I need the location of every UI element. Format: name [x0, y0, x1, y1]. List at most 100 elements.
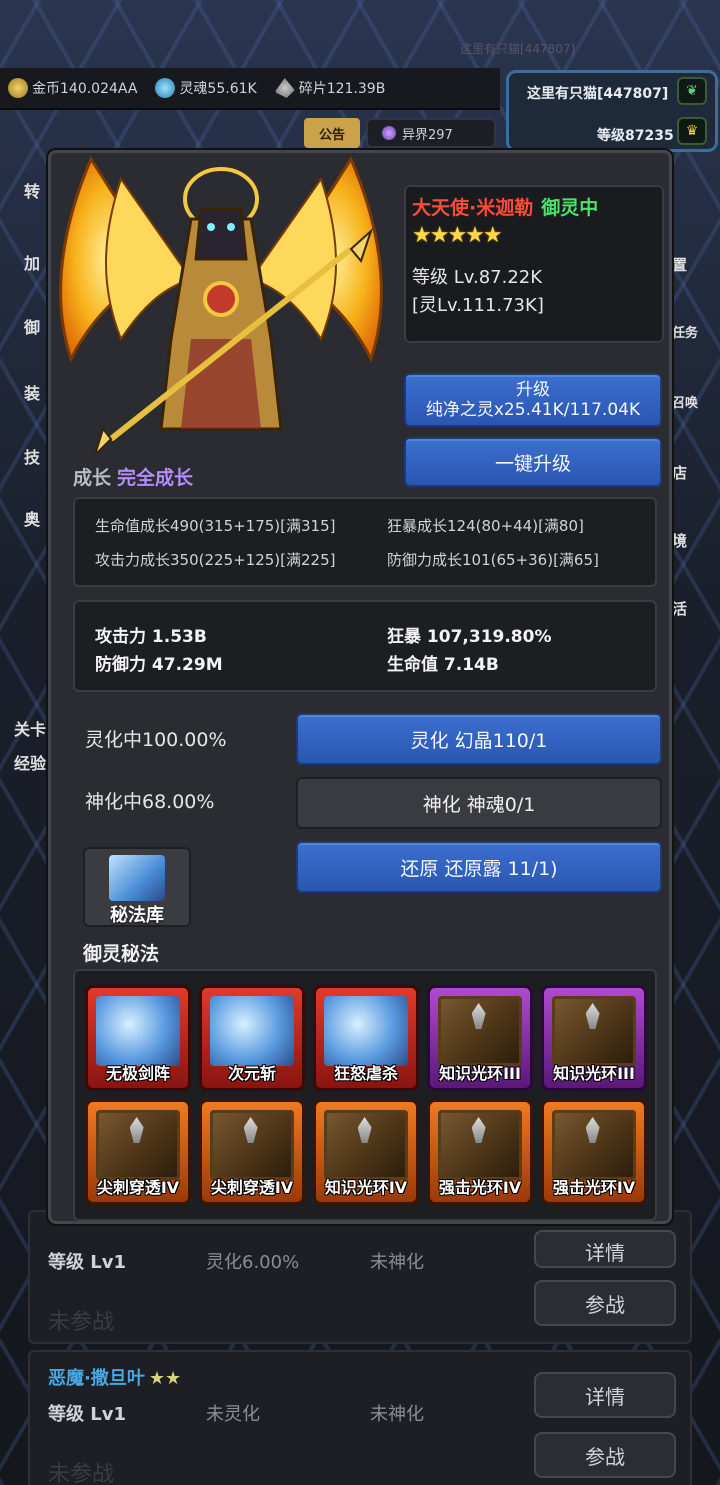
- skill-slot[interactable]: 知识光环IV: [313, 1099, 419, 1205]
- hero-list-card: 等级 Lv1 灵化6.00% 未神化 未参战 详情 参战: [28, 1210, 692, 1344]
- list-battle-state: 未参战: [48, 1310, 115, 1335]
- detail-button[interactable]: 详情: [534, 1230, 676, 1268]
- spike-book-icon: [438, 1110, 522, 1180]
- skill-slot[interactable]: 无极剑阵: [85, 985, 191, 1091]
- side-menu-item[interactable]: 境: [672, 530, 687, 551]
- upgrade-title: 升级: [516, 380, 550, 400]
- join-battle-button[interactable]: 参战: [534, 1432, 676, 1478]
- list-hero-name: 恶魔·撒旦叶 ★★: [48, 1364, 181, 1390]
- crown-icon[interactable]: ♛: [677, 117, 707, 145]
- side-menu-item[interactable]: 转: [24, 178, 40, 202]
- spike-book-icon: [438, 996, 522, 1066]
- upgrade-button[interactable]: 升级 纯净之灵x25.41K/117.04K: [404, 373, 662, 427]
- skill-slot[interactable]: 尖刺穿透IV: [85, 1099, 191, 1205]
- list-level: 等级 Lv1: [48, 1252, 126, 1273]
- deify-button[interactable]: 神化 神魂0/1: [296, 777, 662, 829]
- deify-status: 神化中68.00%: [85, 791, 215, 813]
- skill-slot[interactable]: 强击光环IV: [541, 1099, 647, 1205]
- list-deify: 未神化: [370, 1404, 424, 1425]
- growth-label-text: 成长: [73, 467, 112, 489]
- list-battle-state: 未参战: [48, 1462, 115, 1485]
- one-click-upgrade-button[interactable]: 一键升级: [404, 437, 662, 487]
- skill-label: 狂怒虐杀: [333, 1064, 398, 1083]
- fragment-amount: 碎片121.39B: [298, 81, 386, 97]
- attack-stat: 攻击力 1.53B: [95, 627, 207, 647]
- side-menu-item[interactable]: 置: [672, 254, 687, 275]
- side-menu-item[interactable]: 召唤: [672, 392, 698, 411]
- list-level: 等级 Lv1: [48, 1404, 126, 1425]
- secret-library-button[interactable]: 秘法库: [83, 847, 191, 927]
- combat-stats-box: 攻击力 1.53B 防御力 47.29M 狂暴 107,319.80% 生命值 …: [73, 600, 657, 692]
- hero-name: 大天使·米迦勒 御灵中: [412, 193, 598, 220]
- spike-book-icon: [552, 996, 636, 1066]
- list-spiritualize: 灵化6.00%: [206, 1252, 300, 1273]
- side-menu-item[interactable]: 技: [24, 444, 40, 468]
- library-label: 秘法库: [110, 905, 164, 926]
- skill-slot[interactable]: 次元斩: [199, 985, 305, 1091]
- resource-fragment: 碎片121.39B: [274, 78, 386, 98]
- player-name: 这里有只猫[447807]: [527, 86, 669, 102]
- growth-stats-box: 生命值成长490(315+175)[满315] 狂暴成长124(80+44)[满…: [73, 497, 657, 587]
- hero-name-text: 大天使·米迦勒: [412, 197, 534, 219]
- archangel-portrait: [59, 155, 383, 456]
- skill-slot[interactable]: 狂怒虐杀: [313, 985, 419, 1091]
- fragment-icon: [274, 78, 295, 98]
- skill-label: 尖刺穿透IV: [210, 1178, 294, 1197]
- realm-label: 异界297: [402, 127, 453, 143]
- side-menu-item[interactable]: 经验: [14, 750, 46, 774]
- resource-coin: 金币140.024AA: [8, 78, 137, 98]
- berserk-stat: 狂暴 107,319.80%: [387, 627, 552, 647]
- berserk-growth: 狂暴成长124(80+44)[满80]: [387, 517, 584, 535]
- leaf-icon[interactable]: ❦: [677, 77, 707, 105]
- attack-growth: 攻击力成长350(225+125)[满225]: [95, 551, 336, 569]
- skill-slot[interactable]: 尖刺穿透IV: [199, 1099, 305, 1205]
- resource-soul: 灵魂55.61K: [155, 78, 257, 98]
- side-menu-item[interactable]: 御: [24, 314, 40, 338]
- join-battle-button[interactable]: 参战: [534, 1280, 676, 1326]
- side-menu-item[interactable]: 奥: [24, 506, 40, 530]
- realm-icon: [382, 126, 396, 140]
- spike-book-icon: [96, 1110, 180, 1180]
- side-menu-item[interactable]: 店: [672, 462, 687, 483]
- skill-slot[interactable]: 强击光环IV: [427, 1099, 533, 1205]
- player-level: 等级87235: [597, 128, 674, 144]
- hero-level: 等级 Lv.87.22K: [412, 267, 543, 288]
- skill-label: 无极剑阵: [105, 1064, 170, 1083]
- side-menu-item[interactable]: 活: [672, 598, 687, 619]
- side-menu-item[interactable]: 装: [24, 380, 40, 404]
- spiritualize-status: 灵化中100.00%: [85, 729, 227, 751]
- hero-list-card: 恶魔·撒旦叶 ★★ 等级 Lv1 未灵化 未神化 未参战 详情 参战: [28, 1350, 692, 1485]
- detail-button[interactable]: 详情: [534, 1372, 676, 1418]
- hp-growth: 生命值成长490(315+175)[满315]: [95, 517, 336, 535]
- skill-label: 次元斩: [227, 1064, 276, 1083]
- skill-label: 知识光环IV: [324, 1178, 408, 1197]
- star-rating: ★★★★★: [412, 223, 503, 248]
- skill-slot[interactable]: 知识光环III: [427, 985, 533, 1091]
- side-menu-item[interactable]: 任务: [672, 322, 698, 341]
- list-spiritualize: 未灵化: [206, 1404, 260, 1425]
- top-player-id: 这里有只猫[447807]: [460, 42, 576, 56]
- list-hero-stars: ★★: [148, 1368, 182, 1389]
- restore-button[interactable]: 还原 还原露 11/1): [296, 841, 662, 893]
- side-menu-item[interactable]: 加: [24, 250, 40, 274]
- spike-book-icon: [324, 1110, 408, 1180]
- defense-stat: 防御力 47.29M: [95, 655, 223, 675]
- defense-growth: 防御力成长101(65+36)[满65]: [387, 551, 599, 569]
- skill-slot[interactable]: 知识光环III: [541, 985, 647, 1091]
- skill-label: 知识光环III: [553, 1064, 635, 1083]
- growth-label: 成长 完全成长: [73, 463, 193, 490]
- skill-label: 尖刺穿透IV: [96, 1178, 180, 1197]
- player-panel[interactable]: 这里有只猫[447807] 等级87235 ❦ ♛: [506, 70, 718, 152]
- coin-amount: 金币140.024AA: [32, 81, 138, 97]
- list-hero-name-text: 恶魔·撒旦叶: [48, 1368, 145, 1389]
- skills-title: 御灵秘法: [83, 943, 160, 965]
- hp-stat: 生命值 7.14B: [387, 655, 499, 675]
- side-menu-item[interactable]: 关卡: [14, 716, 46, 740]
- skills-grid: 无极剑阵 次元斩 狂怒虐杀 知识光环III 知识光环III 尖刺穿透IV 尖刺穿…: [73, 969, 657, 1221]
- hero-info-box: 大天使·米迦勒 御灵中 ★★★★★ 等级 Lv.87.22K [灵Lv.111.7…: [404, 185, 664, 343]
- coin-icon: [8, 78, 28, 98]
- spiritualize-button[interactable]: 灵化 幻晶110/1: [296, 713, 662, 765]
- upgrade-cost: 纯净之灵x25.41K/117.04K: [425, 400, 641, 420]
- skill-label: 知识光环III: [439, 1064, 521, 1083]
- growth-value: 完全成长: [117, 467, 194, 489]
